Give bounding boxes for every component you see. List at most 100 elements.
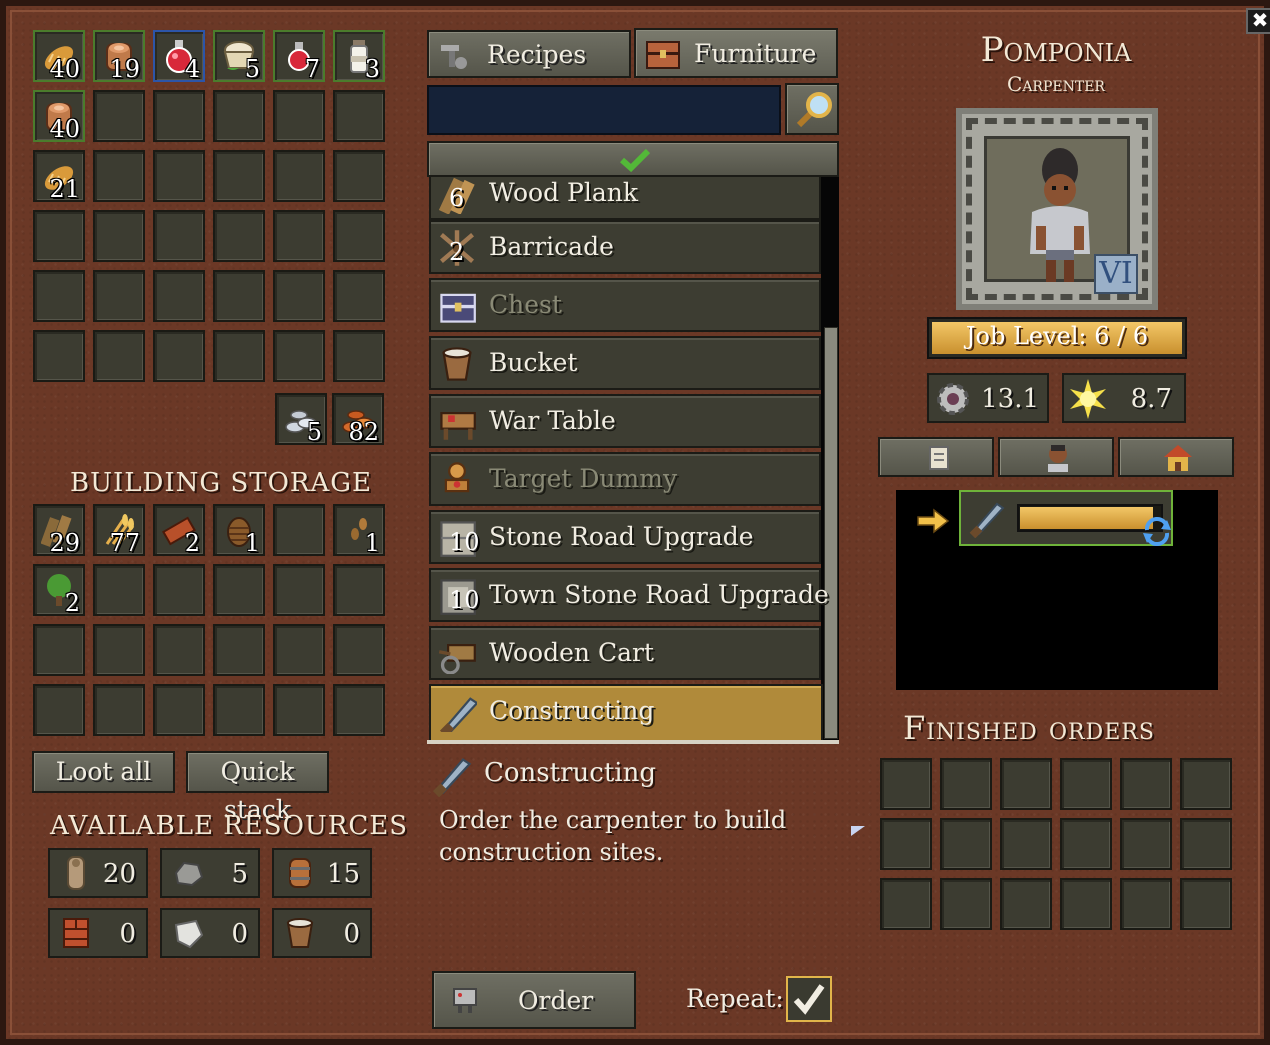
storage-slot[interactable]: 1 — [333, 504, 385, 556]
finished-order-slot[interactable] — [1060, 818, 1112, 870]
storage-slot[interactable] — [33, 684, 85, 736]
storage-slot[interactable] — [333, 684, 385, 736]
storage-slot[interactable] — [213, 624, 265, 676]
tab-furniture[interactable]: Furniture — [634, 28, 838, 78]
inventory-slot[interactable]: 40 — [33, 30, 85, 82]
finished-order-slot[interactable] — [940, 818, 992, 870]
recipe-row-wooden-cart[interactable]: Wooden Cart — [429, 626, 821, 680]
finished-order-slot[interactable] — [880, 818, 932, 870]
storage-slot[interactable]: 1 — [213, 504, 265, 556]
inventory-slot[interactable] — [273, 90, 325, 142]
inventory-slot[interactable] — [273, 210, 325, 262]
inventory-slot[interactable] — [273, 330, 325, 382]
inventory-slot[interactable]: 7 — [273, 30, 325, 82]
recipe-row-bucket[interactable]: Bucket — [429, 336, 821, 390]
inventory-slot[interactable] — [153, 210, 205, 262]
tab-house[interactable] — [1118, 437, 1234, 477]
inventory-slot[interactable] — [213, 90, 265, 142]
inventory-slot[interactable] — [273, 150, 325, 202]
storage-slot[interactable] — [153, 684, 205, 736]
recipe-list[interactable]: 6 Wood Plank 2 Barricade Chest Bucket War Tabl… — [427, 177, 839, 743]
recipe-row-town-road[interactable]: 10 Town Stone Road Upgrade — [429, 568, 829, 622]
storage-slot[interactable] — [213, 684, 265, 736]
close-button[interactable]: ✖ — [1246, 8, 1270, 34]
recipe-row-war-table[interactable]: War Table — [429, 394, 821, 448]
inventory-slot[interactable]: 3 — [333, 30, 385, 82]
order-button[interactable]: Order — [432, 971, 636, 1029]
inventory-slot[interactable] — [93, 270, 145, 322]
inventory-slot[interactable] — [333, 90, 385, 142]
storage-slot[interactable] — [93, 564, 145, 616]
storage-slot[interactable] — [93, 684, 145, 736]
recipe-row-barricade[interactable]: 2 Barricade — [429, 220, 821, 274]
finished-order-slot[interactable] — [1180, 878, 1232, 930]
inventory-slot[interactable] — [333, 210, 385, 262]
tab-recipes[interactable]: Recipes — [427, 30, 631, 78]
loot-all-button[interactable]: Loot all — [32, 751, 175, 793]
tab-worker[interactable] — [998, 437, 1114, 477]
inventory-slot[interactable] — [153, 330, 205, 382]
currency-slot[interactable]: 82 — [332, 393, 384, 445]
inventory-slot[interactable]: 21 — [33, 150, 85, 202]
finished-order-slot[interactable] — [1120, 878, 1172, 930]
finished-order-slot[interactable] — [1060, 758, 1112, 810]
inventory-slot[interactable] — [213, 150, 265, 202]
recipe-row-chest[interactable]: Chest — [429, 278, 821, 332]
recipe-row-target-dummy[interactable]: Target Dummy — [429, 452, 821, 506]
inventory-slot[interactable]: 19 — [93, 30, 145, 82]
recipe-row-wood-plank[interactable]: 6 Wood Plank — [429, 177, 821, 220]
inventory-slot[interactable] — [213, 270, 265, 322]
finished-order-slot[interactable] — [1180, 758, 1232, 810]
finished-order-slot[interactable] — [1060, 878, 1112, 930]
search-input[interactable] — [427, 85, 781, 135]
inventory-slot[interactable]: 40 — [33, 90, 85, 142]
finished-order-slot[interactable] — [1120, 758, 1172, 810]
inventory-slot[interactable] — [33, 330, 85, 382]
storage-slot[interactable]: 77 — [93, 504, 145, 556]
inventory-slot[interactable] — [273, 270, 325, 322]
storage-slot[interactable] — [213, 564, 265, 616]
storage-slot[interactable] — [273, 564, 325, 616]
storage-slot[interactable] — [93, 624, 145, 676]
inventory-slot[interactable] — [33, 210, 85, 262]
storage-slot[interactable] — [333, 624, 385, 676]
finished-order-slot[interactable] — [1000, 818, 1052, 870]
finished-order-slot[interactable] — [1000, 758, 1052, 810]
storage-slot[interactable] — [33, 624, 85, 676]
inventory-slot[interactable] — [213, 330, 265, 382]
inventory-slot[interactable]: 5 — [213, 30, 265, 82]
finished-order-slot[interactable] — [1120, 818, 1172, 870]
storage-slot[interactable]: 2 — [153, 504, 205, 556]
inventory-slot[interactable] — [93, 330, 145, 382]
currency-slot[interactable]: 5 — [275, 393, 327, 445]
storage-slot[interactable] — [273, 684, 325, 736]
queue-item-constructing[interactable] — [959, 490, 1173, 546]
inventory-slot[interactable] — [93, 90, 145, 142]
inventory-slot[interactable] — [333, 150, 385, 202]
storage-slot[interactable] — [273, 504, 325, 556]
recipe-row-stone-road[interactable]: 10 Stone Road Upgrade — [429, 510, 821, 564]
inventory-slot[interactable] — [153, 90, 205, 142]
finished-order-slot[interactable] — [1180, 818, 1232, 870]
tab-orders[interactable] — [878, 437, 994, 477]
finished-order-slot[interactable] — [880, 758, 932, 810]
inventory-slot[interactable] — [153, 270, 205, 322]
storage-slot[interactable] — [333, 564, 385, 616]
finished-order-slot[interactable] — [940, 878, 992, 930]
inventory-slot[interactable] — [333, 270, 385, 322]
recipe-row-saw[interactable]: Constructing — [429, 684, 823, 742]
finished-order-slot[interactable] — [880, 878, 932, 930]
repeat-checkbox[interactable] — [786, 976, 832, 1022]
inventory-slot[interactable] — [93, 150, 145, 202]
storage-slot[interactable]: 29 — [33, 504, 85, 556]
finished-order-slot[interactable] — [940, 758, 992, 810]
inventory-slot[interactable] — [153, 150, 205, 202]
inventory-slot[interactable] — [93, 210, 145, 262]
search-button[interactable] — [785, 83, 839, 135]
quick-stack-button[interactable]: Quick stack — [186, 751, 329, 824]
finished-order-slot[interactable] — [1000, 878, 1052, 930]
filter-toggle-button[interactable] — [427, 141, 839, 177]
storage-slot[interactable] — [153, 564, 205, 616]
inventory-slot[interactable] — [213, 210, 265, 262]
storage-slot[interactable] — [153, 624, 205, 676]
